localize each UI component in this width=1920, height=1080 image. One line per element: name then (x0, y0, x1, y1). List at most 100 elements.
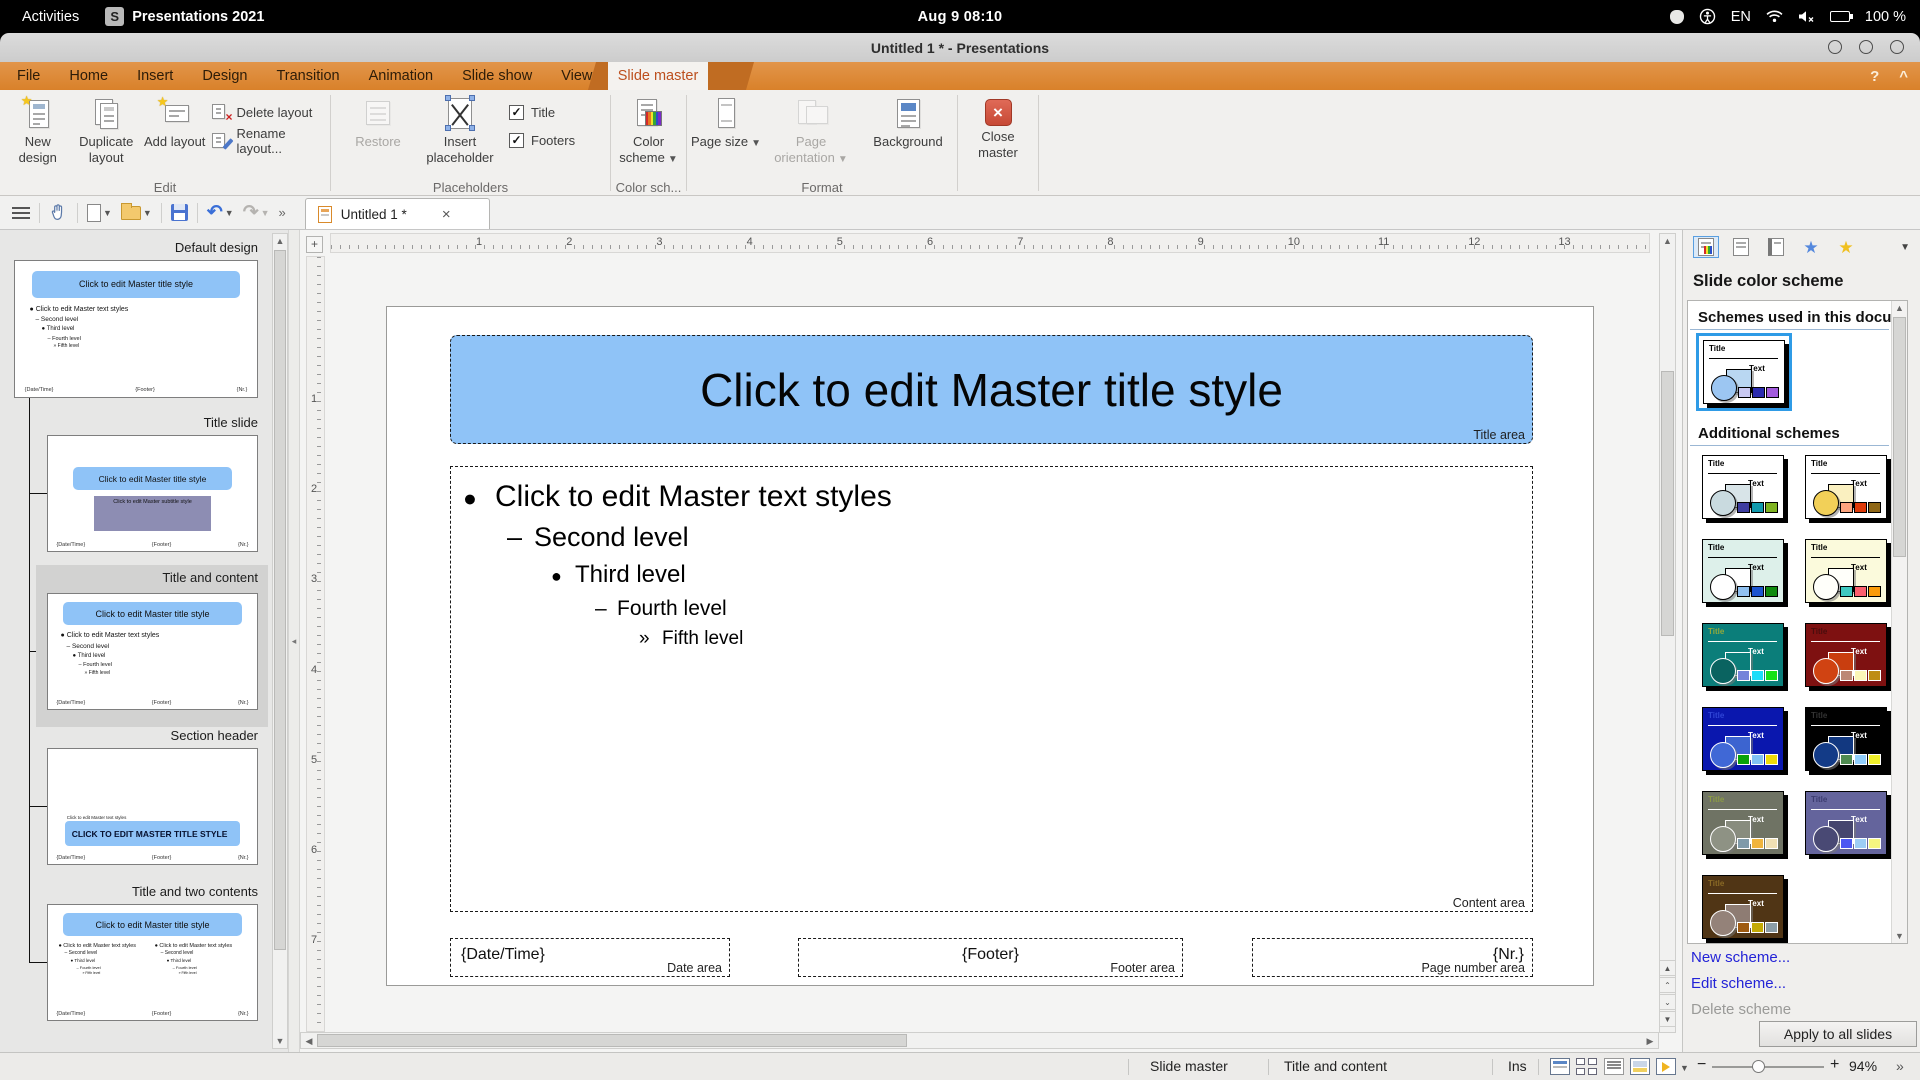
canvas-horizontal-scrollbar[interactable]: ◀ ▶ (300, 1032, 1659, 1049)
zoom-out-button[interactable]: − (1697, 1056, 1706, 1074)
title-checkbox[interactable]: ✓ Title (509, 105, 575, 120)
close-button[interactable] (1890, 40, 1904, 54)
save-button[interactable] (171, 204, 188, 221)
edit-scheme-link[interactable]: Edit scheme... (1691, 975, 1786, 992)
footers-checkbox[interactable]: ✓ Footers (509, 133, 575, 148)
color-scheme-thumbnail[interactable]: TitleText (1702, 791, 1784, 855)
tab-insert[interactable]: Insert (126, 62, 184, 90)
color-scheme-thumbnail[interactable]: TitleText (1805, 539, 1887, 603)
page-size-button[interactable]: Page size▼ (691, 90, 761, 174)
new-design-button[interactable]: ★ New design (6, 90, 69, 174)
layout-thumbnail-title-and-content[interactable]: Click to edit Master title style● Click … (47, 593, 258, 710)
open-document-button[interactable]: ▼ (121, 206, 152, 220)
page-orientation-button[interactable]: Page orientation▼ (765, 90, 857, 174)
color-scheme-thumbnail[interactable]: TitleText (1805, 623, 1887, 687)
close-master-button[interactable]: × Close master (960, 90, 1036, 174)
help-button[interactable]: ? (1870, 68, 1879, 85)
slide-master-page[interactable]: Click to edit Master title style Title a… (386, 306, 1594, 986)
color-scheme-thumbnail[interactable]: TitleText (1702, 875, 1784, 939)
blue-star-icon[interactable]: ★ (1798, 236, 1824, 258)
collapse-ribbon-button[interactable]: ^ (1899, 68, 1908, 85)
pane-menu-arrow-icon[interactable]: ▼ (1900, 242, 1910, 253)
new-scheme-link[interactable]: New scheme... (1691, 949, 1790, 966)
canvas-vertical-scrollbar[interactable]: ▲ (1659, 233, 1676, 1033)
color-scheme-thumbnail[interactable]: TitleText (1702, 707, 1784, 771)
insert-placeholder-button[interactable]: Insert placeholder (421, 90, 499, 174)
scroll-right-icon[interactable]: ▶ (1644, 1036, 1656, 1047)
color-scheme-thumbnail[interactable]: TitleText (1805, 791, 1887, 855)
add-layout-button[interactable]: ★ Add layout (143, 90, 206, 174)
color-scheme-thumbnail[interactable]: TitleText (1805, 455, 1887, 519)
status-insert-mode[interactable]: Ins (1508, 1058, 1527, 1074)
layout-thumbnail-default-design[interactable]: Click to edit Master title style● Click … (14, 260, 258, 398)
sidebar-scrollbar[interactable]: ▲ ▼ (272, 233, 288, 1049)
previous-slide-button[interactable]: ▲ (1659, 960, 1676, 976)
tab-view[interactable]: View (550, 62, 603, 90)
normal-view-icon[interactable] (1550, 1058, 1570, 1075)
zoom-slider-thumb[interactable] (1752, 1060, 1765, 1073)
pan-hand-icon[interactable] (49, 203, 68, 222)
color-scheme-thumbnail[interactable]: TitleText (1702, 623, 1784, 687)
scroll-left-icon[interactable]: ◀ (303, 1036, 315, 1047)
volume-muted-icon[interactable] (1798, 10, 1815, 23)
color-scheme-thumbnail[interactable]: TitleText (1702, 539, 1784, 603)
scroll-up-icon[interactable]: ▲ (1892, 303, 1907, 313)
outline-view-icon[interactable] (1604, 1058, 1624, 1075)
vertical-ruler[interactable]: 1234567 (306, 256, 325, 1032)
footer-placeholder[interactable]: {Footer} Footer area (798, 938, 1183, 977)
pane-layout-tab[interactable] (1728, 236, 1754, 258)
content-placeholder[interactable]: ●Click to edit Master text styles–Second… (450, 466, 1533, 912)
tab-design[interactable]: Design (191, 62, 258, 90)
slide-sorter-icon[interactable] (1576, 1058, 1598, 1075)
delete-layout-button[interactable]: × Delete layout (211, 101, 330, 123)
pane-color-scheme-tab[interactable] (1693, 236, 1719, 258)
duplicate-layout-button[interactable]: Duplicate layout (74, 90, 137, 174)
layout-thumbnail-title-slide[interactable]: Click to edit Master title styleClick to… (47, 435, 258, 552)
scroll-down-icon[interactable]: ▼ (1892, 931, 1907, 941)
slideshow-dropdown-icon[interactable]: ▼ (1680, 1063, 1689, 1073)
color-scheme-thumbnail[interactable]: TitleText (1805, 707, 1887, 771)
scroll-up-icon[interactable]: ▲ (273, 236, 287, 246)
rename-layout-button[interactable]: Rename layout... (211, 130, 330, 152)
background-button[interactable]: Background (861, 90, 955, 174)
scroll-up-icon[interactable]: ▲ (1660, 236, 1675, 246)
apply-to-all-slides-button[interactable]: Apply to all slides (1759, 1021, 1917, 1047)
sidebar-splitter[interactable]: ◂ (288, 230, 300, 1052)
battery-icon[interactable] (1830, 11, 1850, 22)
zoom-level[interactable]: 94% (1849, 1058, 1877, 1074)
jump-first-button[interactable]: ⌃ (1659, 977, 1676, 993)
statusbar-overflow-icon[interactable]: » (1896, 1058, 1904, 1074)
undo-button[interactable]: ↶▼ (207, 204, 234, 222)
tab-slide-show[interactable]: Slide show (451, 62, 543, 90)
horizontal-ruler[interactable]: 12345678910111213 (330, 233, 1650, 253)
yellow-star-icon[interactable]: ★ (1833, 236, 1859, 258)
tab-animation[interactable]: Animation (358, 62, 444, 90)
status-layout-name[interactable]: Title and content (1284, 1058, 1387, 1074)
document-tab[interactable]: Untitled 1 * × (305, 198, 490, 229)
color-scheme-button[interactable]: Color scheme▼ (613, 90, 685, 174)
keyboard-layout[interactable]: EN (1731, 9, 1751, 25)
tab-home[interactable]: Home (58, 62, 119, 90)
redo-button[interactable]: ↷▼ (243, 204, 270, 222)
tab-slide-master[interactable]: Slide master (608, 62, 708, 90)
maximize-button[interactable] (1859, 40, 1873, 54)
scheme-list-scrollbar[interactable]: ▲ ▼ (1891, 301, 1907, 943)
tab-file[interactable]: File (6, 62, 51, 90)
pane-insert-tab[interactable] (1763, 236, 1789, 258)
new-document-button[interactable]: ▼ (87, 204, 112, 222)
restore-button[interactable]: Restore (345, 90, 411, 174)
color-scheme-thumbnail[interactable]: TitleText (1702, 455, 1784, 519)
tab-transition[interactable]: Transition (265, 62, 350, 90)
menu-icon[interactable] (12, 207, 30, 219)
clock[interactable]: Aug 9 08:10 (918, 9, 1003, 25)
ruler-origin-box[interactable]: + (306, 236, 323, 253)
notes-view-icon[interactable] (1630, 1058, 1650, 1075)
document-close-icon[interactable]: × (442, 206, 451, 223)
wifi-icon[interactable] (1766, 10, 1783, 23)
minimize-button[interactable] (1828, 40, 1842, 54)
focused-app-menu[interactable]: S Presentations 2021 (105, 7, 264, 26)
delete-scheme-link[interactable]: Delete scheme (1691, 1001, 1791, 1018)
tray-indicator-icon[interactable] (1670, 10, 1684, 24)
window-titlebar[interactable]: Untitled 1 * - Presentations (0, 33, 1920, 62)
color-scheme-thumbnail[interactable]: TitleText (1703, 340, 1785, 404)
